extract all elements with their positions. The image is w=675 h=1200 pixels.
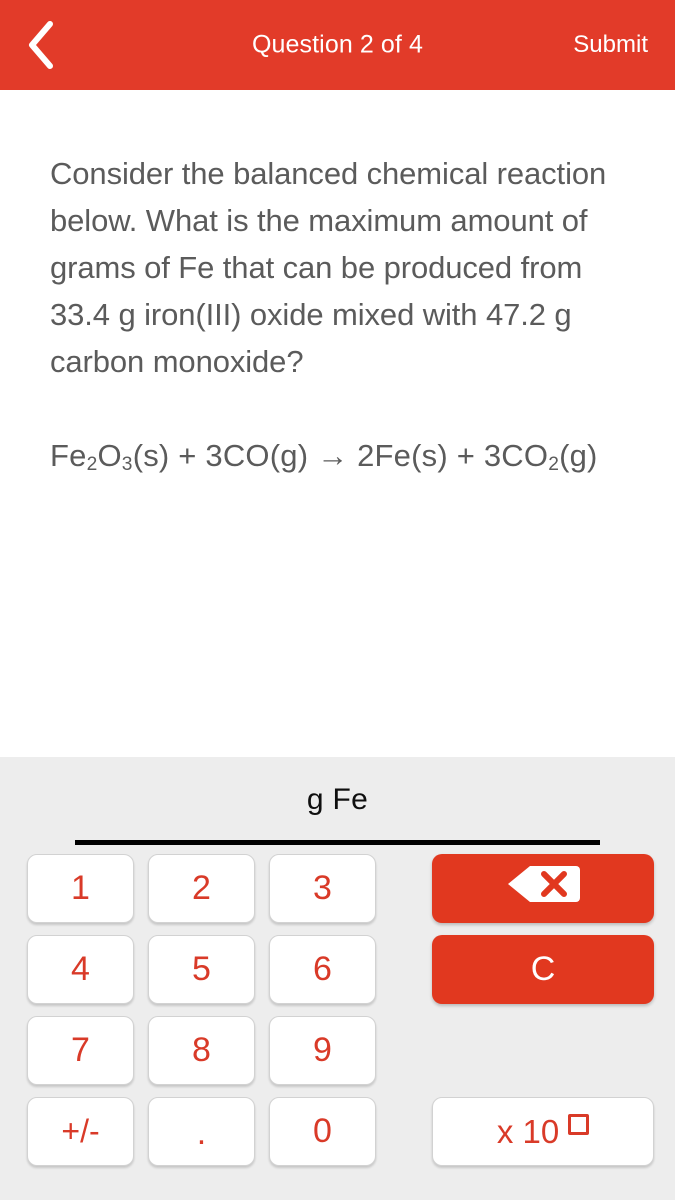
key-6[interactable]: 6 [269, 935, 376, 1004]
question-screen: Question 2 of 4 Submit Consider the bala… [0, 0, 675, 1200]
answer-area: g Fe [0, 757, 675, 854]
equation-reactant-1: Fe2O3(s) [50, 438, 170, 476]
exponent-button[interactable]: x 10 [432, 1097, 654, 1166]
exponent-label: x 10 [496, 1112, 560, 1150]
exponent-placeholder-box [568, 1113, 590, 1135]
digit-grid: 1 2 3 4 5 6 7 8 9 +/- . 0 [27, 854, 396, 1200]
key-1[interactable]: 1 [27, 854, 134, 923]
app-header: Question 2 of 4 Submit [0, 0, 675, 90]
subscript: 2 [86, 454, 98, 476]
key-plus-minus[interactable]: +/- [27, 1097, 134, 1166]
equation-product-1: 2Fe(s) [357, 438, 448, 473]
backspace-button[interactable] [432, 854, 654, 923]
action-key-column: C x 10 [396, 854, 654, 1200]
exponent-label-wrap: x 10 [496, 1112, 590, 1151]
question-prompt: Consider the balanced chemical reaction … [50, 156, 607, 379]
answer-underline [75, 840, 600, 845]
equation-arrow-icon: → [317, 438, 349, 473]
key-decimal-point[interactable]: . [148, 1097, 255, 1166]
key-7[interactable]: 7 [27, 1016, 134, 1085]
key-9[interactable]: 9 [269, 1016, 376, 1085]
key-5[interactable]: 5 [148, 935, 255, 1004]
equation-plus-1: + [178, 438, 197, 473]
answer-input[interactable] [75, 783, 600, 823]
equation-reactant-2: 3CO(g) [205, 438, 309, 473]
key-4[interactable]: 4 [27, 935, 134, 1004]
chemical-equation: Fe2O3(s) + 3CO(g) → 2Fe(s) + 3CO2(g) [50, 432, 629, 479]
question-content: Consider the balanced chemical reaction … [0, 90, 675, 757]
answer-keypad-panel: g Fe 1 2 3 4 5 6 7 8 9 +/- . 0 C x 10 [0, 757, 675, 1200]
numeric-keypad: 1 2 3 4 5 6 7 8 9 +/- . 0 C x 10 [0, 854, 675, 1200]
subscript: 3 [121, 454, 133, 476]
equation-plus-2: + [456, 438, 476, 473]
clear-button[interactable]: C [432, 935, 654, 1004]
key-8[interactable]: 8 [148, 1016, 255, 1085]
submit-button[interactable]: Submit [569, 25, 652, 65]
subscript: 2 [548, 454, 560, 476]
key-3[interactable]: 3 [269, 854, 376, 923]
backspace-icon [506, 864, 580, 913]
key-0[interactable]: 0 [269, 1097, 376, 1166]
key-2[interactable]: 2 [148, 854, 255, 923]
equation-product-2: 3CO2(g) [483, 438, 598, 476]
